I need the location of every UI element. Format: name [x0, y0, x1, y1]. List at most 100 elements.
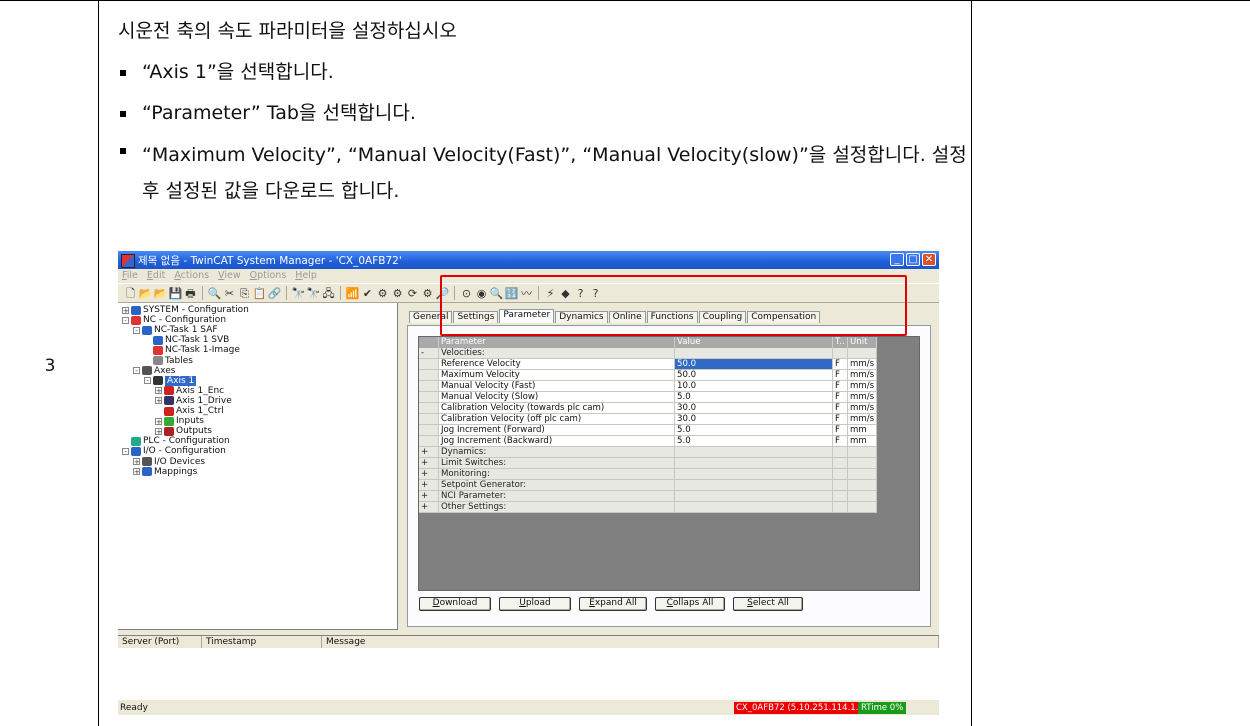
new-icon[interactable]: 🗋 — [124, 287, 137, 300]
grid-category-row[interactable]: + NCI Parameter: — [419, 491, 919, 502]
table-row[interactable]: Jog Increment (Backward) 5.0 Fmm — [419, 436, 919, 447]
tree-item-nc-configuration[interactable]: - NC - Configuration — [122, 315, 226, 325]
check-icon[interactable]: ✔ — [361, 287, 374, 300]
grid-category-row[interactable]: + Setpoint Generator: — [419, 480, 919, 491]
table-row[interactable]: Maximum Velocity 50.0 Fmm/s — [419, 370, 919, 381]
tree-item-inputs[interactable]: + Inputs — [155, 416, 204, 426]
menu-edit[interactable]: Edit — [147, 269, 165, 283]
tree-node-icon — [153, 356, 163, 365]
table-row[interactable]: Manual Velocity (Slow) 5.0 Fmm/s — [419, 392, 919, 403]
collapse-icon[interactable]: - — [133, 326, 140, 334]
upload-button[interactable]: Upload — [499, 597, 571, 611]
log-column-timestamp[interactable]: Timestamp — [202, 636, 322, 648]
expand-icon[interactable]: + — [155, 417, 162, 425]
parameter-grid[interactable]: Parameter Value T.. Unit - Velocities: Referen… — [418, 336, 920, 591]
tree-item-axis-1-enc[interactable]: + Axis 1_Enc — [155, 386, 224, 396]
menu-help[interactable]: Help — [295, 269, 317, 283]
toggle-free-run-icon[interactable]: ⚙ — [421, 287, 434, 300]
expand-icon[interactable]: + — [122, 306, 129, 314]
download-button[interactable]: Download — [419, 597, 491, 611]
grid-cell-type: F — [833, 436, 848, 447]
instruction-list: “Axis 1”을 선택합니다. “Parameter” Tab을 선택합니다.… — [118, 59, 968, 209]
tree-item-axes[interactable]: - Axes — [133, 366, 175, 376]
print-preview-icon[interactable]: 🔍 — [208, 287, 222, 300]
tree-item-nc-task-1-svb[interactable]: NC-Task 1 SVB — [144, 335, 229, 345]
tree-item-outputs[interactable]: + Outputs — [155, 426, 212, 436]
table-row[interactable]: Manual Velocity (Fast) 10.0 Fmm/s — [419, 381, 919, 392]
collapse-icon[interactable]: - — [122, 447, 129, 455]
activate-icon[interactable]: 📶 — [346, 287, 360, 300]
tree-item-axis-1-ctrl[interactable]: Axis 1_Ctrl — [155, 406, 224, 416]
print-icon[interactable]: 🖶 — [184, 287, 197, 300]
config-mode-icon[interactable]: ⚙ — [391, 287, 404, 300]
tree-item-system-configuration[interactable]: + SYSTEM - Configuration — [122, 305, 249, 315]
save-icon[interactable]: 💾 — [169, 287, 183, 300]
config-tree[interactable]: + SYSTEM - Configuration - NC - Configurati… — [118, 303, 398, 630]
tree-item-nc-task-1-saf[interactable]: - NC-Task 1 SAF — [133, 325, 218, 335]
minimize-icon[interactable]: _ — [890, 253, 904, 266]
grid-cell-value — [675, 480, 833, 491]
menu-view[interactable]: View — [218, 269, 241, 283]
grid-cell-parameter: Jog Increment (Backward) — [439, 436, 675, 447]
paste-link-icon[interactable]: 🔗 — [268, 287, 282, 300]
grid-category-row[interactable]: + Other Settings: — [419, 502, 919, 513]
log-column-server-port-[interactable]: Server (Port) — [118, 636, 202, 648]
grid-cell-type: F — [833, 370, 848, 381]
table-row[interactable]: Jog Increment (Forward) 5.0 Fmm — [419, 425, 919, 436]
log-header: Server (Port) Timestamp Message — [118, 636, 939, 648]
close-icon[interactable]: ✕ — [922, 253, 936, 266]
open-icon[interactable]: 📂 — [139, 287, 153, 300]
reload-icon[interactable]: ⟳ — [406, 287, 419, 300]
table-row[interactable]: Calibration Velocity (off plc cam) 30.0 Fm… — [419, 414, 919, 425]
tree-item-mappings[interactable]: + Mappings — [133, 467, 197, 477]
tree-item-i-o-configuration[interactable]: - I/O - Configuration — [122, 446, 226, 456]
grid-category-row[interactable]: + Monitoring: — [419, 469, 919, 480]
grid-cell-mark: + — [419, 469, 439, 480]
find-next-icon[interactable]: 🔭 — [307, 287, 321, 300]
grid-cell-type — [833, 447, 848, 458]
grid-cell-parameter: Reference Velocity — [439, 359, 675, 370]
network-icon[interactable]: 🖧 — [322, 287, 335, 300]
tree-item-nc-task-1-image[interactable]: NC-Task 1-Image — [144, 345, 240, 355]
tree-item-i-o-devices[interactable]: + I/O Devices — [133, 457, 205, 467]
tree-item-label: Axis 1_Drive — [176, 395, 232, 406]
select-all-button[interactable]: Select All — [733, 597, 803, 611]
tree-item-label: NC-Task 1-Image — [165, 345, 240, 356]
grid-header-parameter: Parameter — [439, 337, 675, 348]
find-icon[interactable]: 🔭 — [292, 287, 306, 300]
collapse-icon[interactable]: - — [122, 316, 129, 324]
paste-icon[interactable]: 📋 — [253, 287, 267, 300]
expand-icon[interactable]: + — [155, 427, 162, 435]
open-folder-icon[interactable]: 📂 — [154, 287, 168, 300]
expand-icon[interactable]: + — [155, 397, 162, 405]
expand-icon[interactable]: + — [155, 387, 162, 395]
maximize-icon[interactable]: □ — [906, 253, 920, 266]
grid-category-row[interactable]: + Dynamics: — [419, 447, 919, 458]
grid-category-row[interactable]: + Limit Switches: — [419, 458, 919, 469]
tree-item-plc-configuration[interactable]: PLC - Configuration — [122, 436, 230, 446]
collaps-all-button[interactable]: Collaps All — [655, 597, 725, 611]
collapse-icon[interactable]: - — [133, 367, 140, 375]
collapse-icon[interactable]: - — [144, 377, 151, 385]
cut-icon[interactable]: ✂ — [223, 287, 236, 300]
expand-all-button[interactable]: Expand All — [579, 597, 647, 611]
menu-file[interactable]: File — [122, 269, 138, 283]
menu-options[interactable]: Options — [250, 269, 287, 283]
tree-node-icon — [131, 436, 141, 446]
tree-item-axis-1[interactable]: - Axis 1 — [144, 375, 197, 386]
expand-icon[interactable]: + — [133, 458, 140, 466]
table-row[interactable]: Reference Velocity 50.0 Fmm/s — [419, 359, 919, 370]
expand-icon[interactable]: + — [133, 468, 140, 476]
log-column-message[interactable]: Message — [322, 636, 939, 648]
tree-item-axis-1-drive[interactable]: + Axis 1_Drive — [155, 396, 232, 406]
grid-cell-value: 50.0 — [675, 359, 833, 370]
menu-actions[interactable]: Actions — [174, 269, 209, 283]
table-row[interactable]: Calibration Velocity (towards plc cam) 30… — [419, 403, 919, 414]
generate-mappings-icon[interactable]: ⚙ — [376, 287, 389, 300]
grid-category-row[interactable]: - Velocities: — [419, 348, 919, 359]
grid-cell-value: 5.0 — [675, 436, 833, 447]
title-bar[interactable]: 제목 없음 - TwinCAT System Manager - 'CX_0AF… — [118, 251, 939, 269]
tree-item-tables[interactable]: Tables — [144, 356, 193, 366]
copy-icon[interactable]: ⎘ — [238, 287, 251, 300]
message-log[interactable]: Server (Port) Timestamp Message — [118, 635, 939, 700]
